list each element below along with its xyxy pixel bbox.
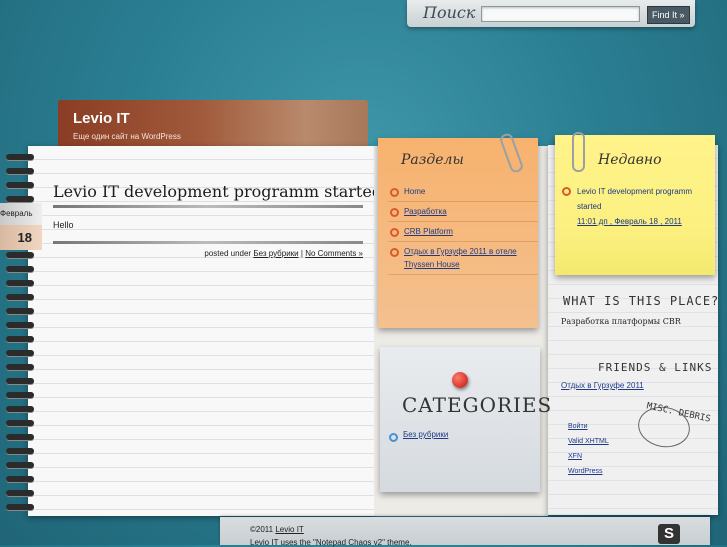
- post-category-link[interactable]: Без рубрики: [253, 249, 298, 258]
- pages-item-gurzuf[interactable]: Отдых в Гурзуфе 2011 в отеле Thyssen Hou…: [388, 242, 538, 275]
- post-date-tab: Февраль 18: [0, 203, 42, 250]
- pages-item-label: Отдых в Гурзуфе 2011 в отеле Thyssen Hou…: [404, 247, 517, 269]
- post-body: Hello: [53, 220, 74, 230]
- bullet-icon: [390, 208, 399, 217]
- friends-heading: FRIENDS & LINKS: [598, 361, 713, 374]
- misc-item-login[interactable]: Войти: [568, 419, 609, 434]
- post-meta-separator: |: [300, 249, 303, 258]
- post-meta: posted under Без рубрики | No Comments »: [204, 249, 363, 258]
- post-comments-link[interactable]: No Comments »: [305, 249, 363, 258]
- bullet-icon: [390, 228, 399, 237]
- footer-copyright: ©2011 Levio IT: [250, 525, 304, 534]
- bullet-icon: [390, 188, 399, 197]
- search-label: Поиск: [423, 3, 476, 22]
- footer-logo-icon[interactable]: S: [658, 524, 680, 544]
- main-notebook: [28, 146, 374, 516]
- site-description: Еще один сайт на WordPress: [73, 132, 181, 141]
- search-button[interactable]: Find It »: [647, 6, 690, 24]
- pages-item-label: CRB Platform: [404, 227, 453, 236]
- footer: ©2011 Levio IT Levio IT uses the "Notepa…: [220, 517, 710, 547]
- footer-site-link[interactable]: Levio IT: [275, 525, 303, 534]
- site-title[interactable]: Levio IT: [73, 110, 130, 127]
- recent-post-link[interactable]: Levio IT development programm started: [577, 187, 692, 211]
- site-header: Levio IT Еще один сайт на WordPress: [58, 100, 368, 150]
- recent-post-item[interactable]: Levio IT development programm started 11…: [577, 184, 707, 229]
- title-divider: [53, 205, 363, 208]
- footer-copyright-text: ©2011: [250, 525, 274, 534]
- post-date-day: 18: [0, 225, 42, 250]
- misc-item-xfn[interactable]: XFN: [568, 449, 609, 464]
- pages-item-development[interactable]: Разработка: [388, 202, 538, 222]
- pushpin-icon: [452, 372, 468, 388]
- categories-title: CATEGORIES: [402, 393, 553, 417]
- recent-title: Недавно: [598, 152, 662, 168]
- search-bar: Поиск Find It »: [407, 0, 695, 27]
- misc-item-wordpress[interactable]: WordPress: [568, 464, 609, 479]
- category-link[interactable]: Без рубрики: [403, 430, 448, 439]
- body-divider: [53, 241, 363, 244]
- pages-list: Home Разработка CRB Platform Отдых в Гур…: [388, 182, 538, 275]
- recent-post-date: 11:01 дп , Февраль 18 , 2011: [577, 217, 682, 226]
- bullet-icon: [390, 248, 399, 257]
- pages-item-label: Разработка: [404, 207, 447, 216]
- bullet-icon: [562, 187, 571, 196]
- footer-theme-text: Levio IT uses the "Notepad Chaos v2" the…: [250, 538, 412, 547]
- misc-list: Войти Valid XHTML XFN WordPress: [568, 419, 609, 479]
- pages-item-home[interactable]: Home: [388, 182, 538, 202]
- search-input[interactable]: [481, 6, 640, 22]
- post-date-month: Февраль: [0, 203, 42, 225]
- about-heading: WHAT IS THIS PLACE?: [563, 294, 720, 308]
- pages-item-crb-platform[interactable]: CRB Platform: [388, 222, 538, 242]
- pages-item-label: Home: [404, 187, 426, 196]
- friend-link[interactable]: Отдых в Гурзуфе 2011: [561, 381, 644, 390]
- categories-paper: [380, 347, 540, 492]
- bullet-icon: [389, 433, 398, 442]
- paperclip-icon: [572, 132, 585, 172]
- pages-title: Разделы: [401, 152, 464, 168]
- misc-item-xhtml[interactable]: Valid XHTML: [568, 434, 609, 449]
- about-text: Разработка платформы CBR: [561, 317, 681, 326]
- post-title[interactable]: Levio IT development programm started: [53, 182, 382, 201]
- post-meta-prefix: posted under: [204, 249, 252, 258]
